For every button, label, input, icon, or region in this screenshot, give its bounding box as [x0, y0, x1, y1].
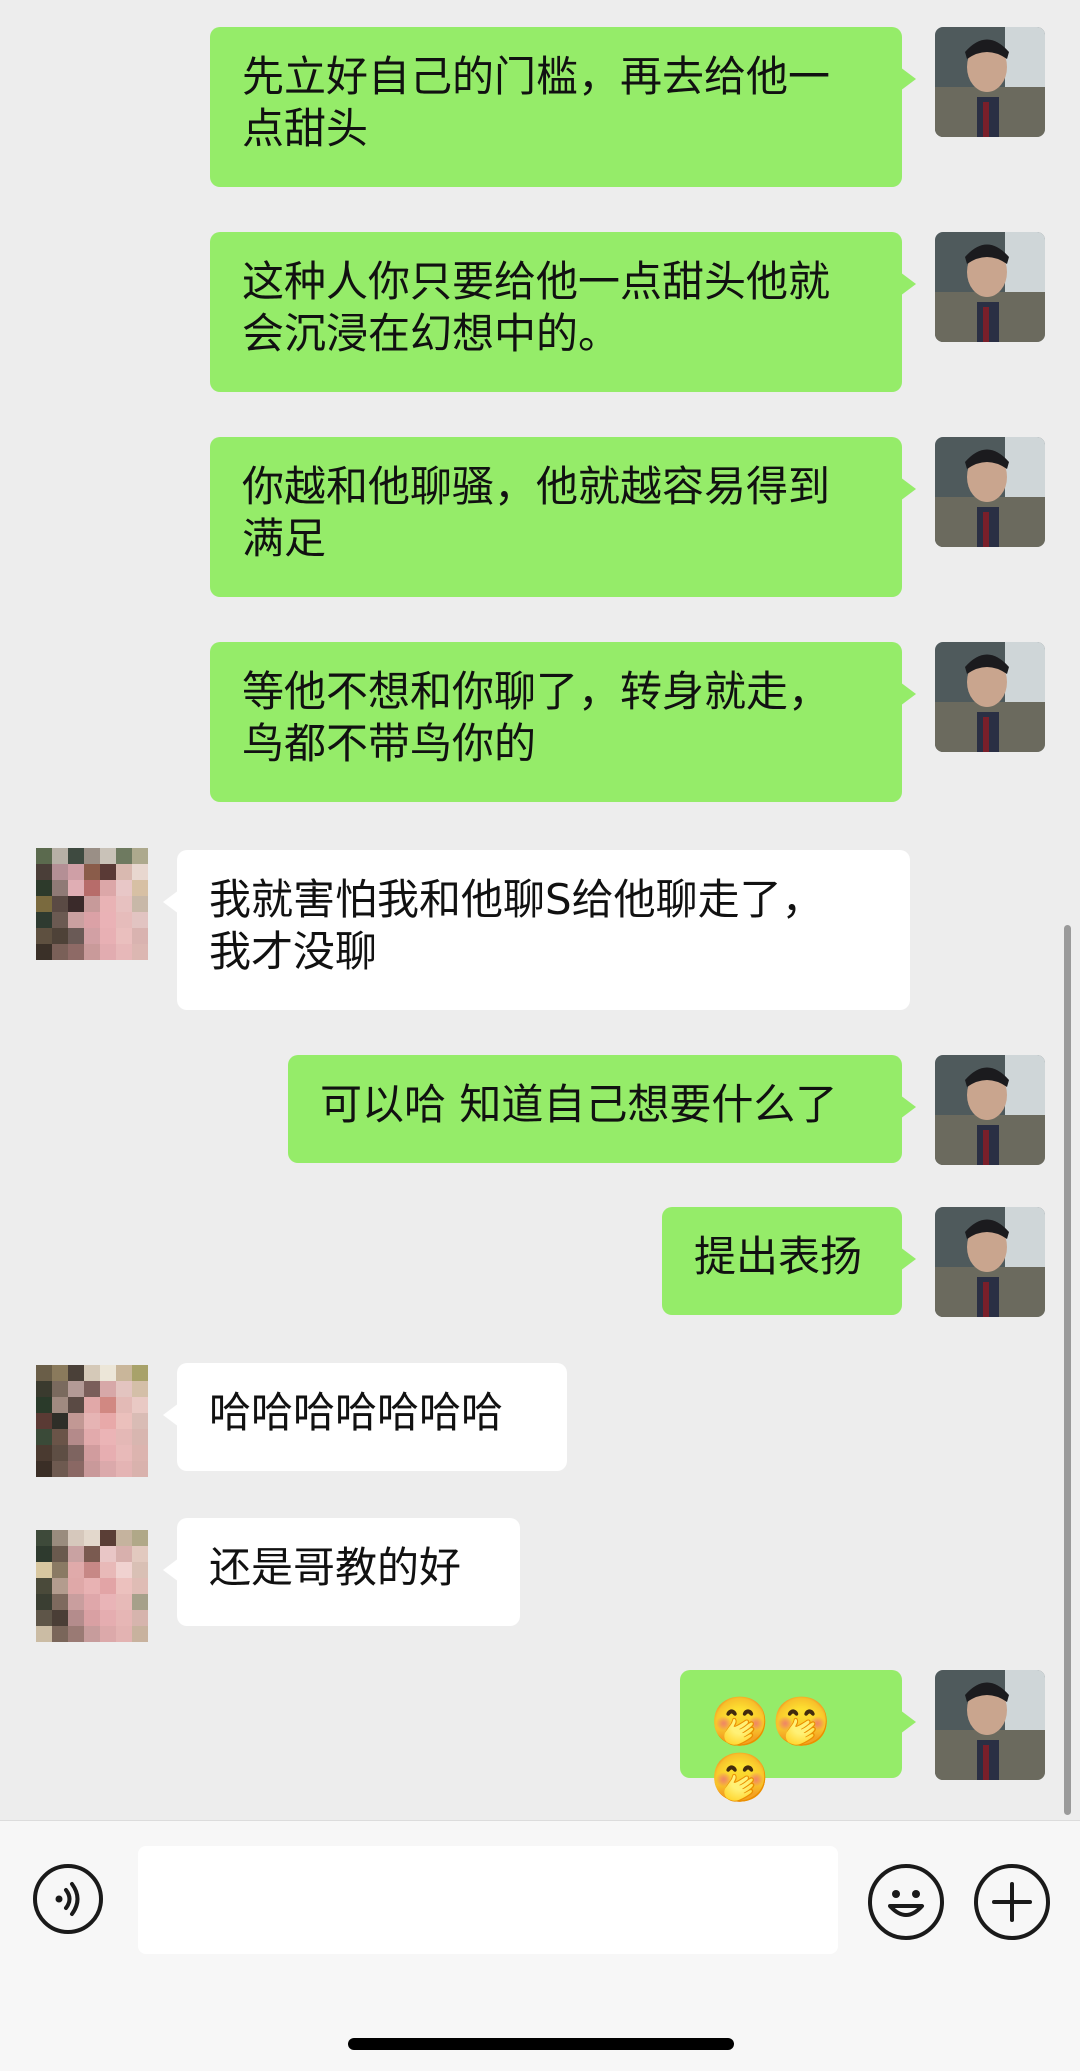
voice-icon	[55, 1882, 80, 1916]
chat-area[interactable]: 先立好自己的门槛，再去给他一 点甜头 这种人你只要给他一点甜头他就 会沉浸在幻想…	[0, 0, 1080, 1820]
my-avatar[interactable]	[935, 232, 1045, 342]
outgoing-message[interactable]: 提出表扬	[662, 1207, 916, 1315]
my-avatar[interactable]	[935, 1207, 1045, 1317]
incoming-message[interactable]: 还是哥教的好	[163, 1518, 520, 1626]
emoji-button[interactable]	[868, 1864, 944, 1940]
input-bar	[0, 1820, 1080, 2071]
contact-avatar[interactable]	[36, 1365, 148, 1477]
chat-scrollbar[interactable]	[1064, 925, 1071, 1815]
voice-button[interactable]	[33, 1864, 103, 1934]
plus-icon	[992, 1882, 1032, 1922]
contact-avatar[interactable]	[36, 1530, 148, 1642]
plus-button[interactable]	[974, 1864, 1050, 1940]
my-avatar[interactable]	[935, 642, 1045, 752]
message-input[interactable]	[138, 1846, 838, 1954]
my-avatar[interactable]	[935, 27, 1045, 137]
emoji-icon	[888, 1890, 924, 1917]
home-indicator[interactable]	[348, 2038, 734, 2050]
outgoing-message[interactable]: 这种人你只要给他一点甜头他就 会沉浸在幻想中的。	[210, 232, 916, 392]
contact-avatar[interactable]	[36, 848, 148, 960]
my-avatar[interactable]	[935, 1055, 1045, 1165]
incoming-message[interactable]: 我就害怕我和他聊S给他聊走了， 我才没聊	[163, 850, 910, 1010]
outgoing-message[interactable]: 🤭🤭🤭	[680, 1670, 916, 1806]
outgoing-message[interactable]: 你越和他聊骚，他就越容易得到 满足	[210, 437, 916, 597]
my-avatar[interactable]	[935, 437, 1045, 547]
my-avatar[interactable]	[935, 1670, 1045, 1780]
outgoing-message[interactable]: 先立好自己的门槛，再去给他一 点甜头	[210, 27, 916, 187]
outgoing-message[interactable]: 可以哈 知道自己想要什么了	[288, 1055, 916, 1163]
outgoing-message[interactable]: 等他不想和你聊了，转身就走， 鸟都不带鸟你的	[210, 642, 916, 802]
incoming-message[interactable]: 哈哈哈哈哈哈哈	[163, 1363, 567, 1471]
